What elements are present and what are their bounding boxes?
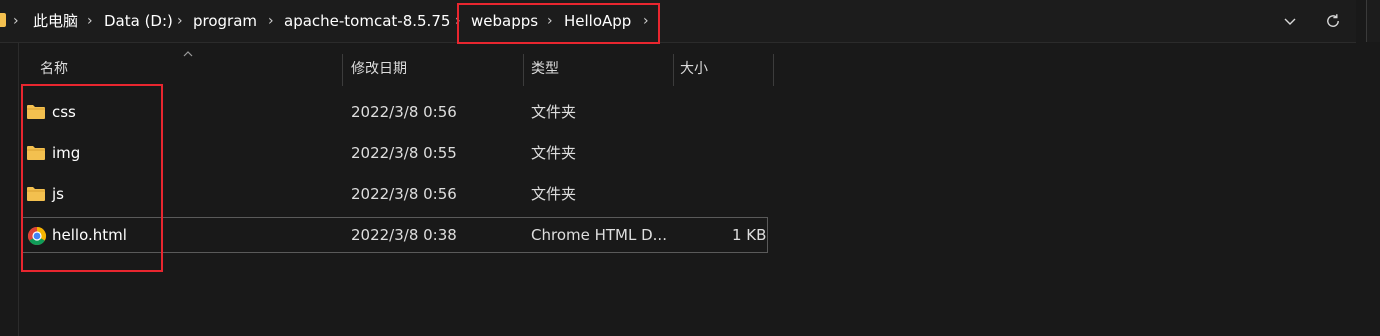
chevron-right-icon[interactable]: › <box>547 10 553 32</box>
file-modified: 2022/3/8 0:56 <box>351 185 457 203</box>
file-modified: 2022/3/8 0:55 <box>351 144 457 162</box>
folder-icon <box>0 13 6 27</box>
folder-icon <box>27 146 45 160</box>
file-name[interactable]: js <box>52 176 64 212</box>
file-type: 文件夹 <box>531 144 577 162</box>
file-name[interactable]: img <box>52 135 80 171</box>
column-header-row: 名称 修改日期 类型 大小 <box>20 52 780 86</box>
column-divider[interactable] <box>673 54 674 86</box>
breadcrumb-this-pc[interactable]: 此电脑 <box>33 10 78 32</box>
file-name[interactable]: hello.html <box>52 217 127 253</box>
chevron-right-icon[interactable]: › <box>13 10 19 32</box>
chevron-right-icon[interactable]: › <box>455 10 461 32</box>
chrome-icon <box>27 227 47 246</box>
column-divider[interactable] <box>523 54 524 86</box>
file-modified: 2022/3/8 0:56 <box>351 103 457 121</box>
file-modified: 2022/3/8 0:38 <box>351 226 457 244</box>
file-row-css[interactable]: css 2022/3/8 0:56 文件夹 <box>22 94 768 130</box>
file-size: 1 KB <box>732 226 767 244</box>
breadcrumb-webapps[interactable]: webapps <box>471 10 538 32</box>
chevron-right-icon[interactable]: › <box>177 10 183 32</box>
file-row-hello-html[interactable]: hello.html 2022/3/8 0:38 Chrome HTML D..… <box>22 217 768 253</box>
column-header-name[interactable]: 名称 <box>40 52 68 86</box>
breadcrumb-data-drive[interactable]: Data (D:) <box>104 10 173 32</box>
breadcrumb-tomcat[interactable]: apache-tomcat-8.5.75 <box>284 10 450 32</box>
folder-icon <box>27 105 45 119</box>
chevron-right-icon[interactable]: › <box>643 10 649 32</box>
chevron-right-icon[interactable]: › <box>87 10 93 32</box>
file-explorer-window: › 此电脑 › Data (D:) › program › apache-tom… <box>0 0 1380 336</box>
search-box-edge[interactable] <box>1366 0 1380 42</box>
file-type: 文件夹 <box>531 103 577 121</box>
chevron-down-icon[interactable] <box>1275 6 1305 36</box>
file-row-js[interactable]: js 2022/3/8 0:56 文件夹 <box>22 176 768 212</box>
file-row-img[interactable]: img 2022/3/8 0:55 文件夹 <box>22 135 768 171</box>
breadcrumb-helloapp[interactable]: HelloApp <box>564 10 631 32</box>
navigation-pane <box>0 43 19 336</box>
breadcrumb-program[interactable]: program <box>193 10 257 32</box>
chevron-right-icon[interactable]: › <box>268 10 274 32</box>
file-type: Chrome HTML D... <box>531 226 667 244</box>
column-header-size[interactable]: 大小 <box>680 52 708 86</box>
file-type: 文件夹 <box>531 185 577 203</box>
column-header-type[interactable]: 类型 <box>531 52 559 86</box>
column-header-modified[interactable]: 修改日期 <box>351 52 407 86</box>
file-name[interactable]: css <box>52 94 76 130</box>
refresh-icon[interactable] <box>1318 6 1348 36</box>
breadcrumb: › 此电脑 › Data (D:) › program › apache-tom… <box>0 0 1260 42</box>
column-divider[interactable] <box>342 54 343 86</box>
folder-icon <box>27 187 45 201</box>
column-divider[interactable] <box>773 54 774 86</box>
address-bar[interactable]: › 此电脑 › Data (D:) › program › apache-tom… <box>0 0 1356 43</box>
